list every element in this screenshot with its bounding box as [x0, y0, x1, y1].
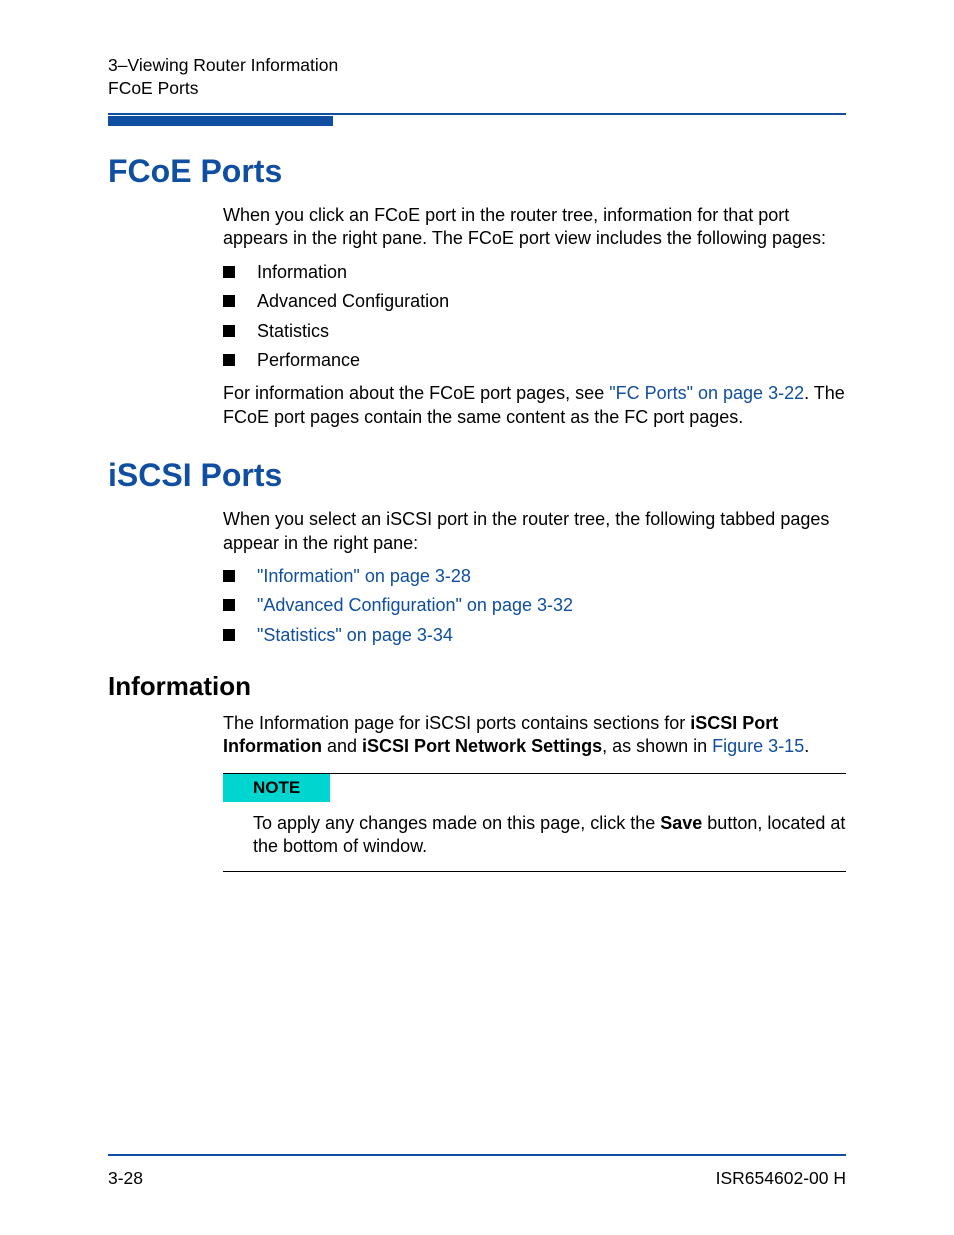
iscsi-information-link[interactable]: "Information" on page 3-28 [257, 565, 471, 588]
list-item: Information [223, 261, 846, 284]
text: and [322, 736, 362, 756]
iscsi-intro: When you select an iSCSI port in the rou… [223, 508, 846, 555]
list-item: "Statistics" on page 3-34 [223, 624, 846, 647]
note-label: NOTE [223, 774, 330, 802]
list-item-label: Advanced Configuration [257, 290, 449, 313]
iscsi-ports-heading: iSCSI Ports [108, 457, 846, 494]
list-item: Statistics [223, 320, 846, 343]
header-section: FCoE Ports [108, 78, 846, 99]
text: , as shown in [602, 736, 712, 756]
document-id: ISR654602-00 H [716, 1168, 846, 1189]
figure-3-15-link[interactable]: Figure 3-15 [712, 736, 804, 756]
iscsi-list: "Information" on page 3-28 "Advanced Con… [223, 565, 846, 647]
page-footer: 3-28 ISR654602-00 H [108, 1154, 846, 1189]
bullet-icon [223, 599, 235, 611]
list-item-label: Performance [257, 349, 360, 372]
note-box: NOTE To apply any changes made on this p… [223, 773, 846, 872]
page-header: 3–Viewing Router Information FCoE Ports [108, 55, 846, 153]
bullet-icon [223, 570, 235, 582]
list-item: Advanced Configuration [223, 290, 846, 313]
list-item-label: Statistics [257, 320, 329, 343]
information-heading: Information [108, 671, 846, 702]
bullet-icon [223, 354, 235, 366]
footer-rule [108, 1154, 846, 1156]
page-number: 3-28 [108, 1168, 143, 1189]
list-item: "Advanced Configuration" on page 3-32 [223, 594, 846, 617]
header-rule [108, 113, 846, 125]
text-bold: iSCSI Port Network Settings [362, 736, 602, 756]
fc-ports-link[interactable]: "FC Ports" on page 3-22 [609, 383, 804, 403]
bullet-icon [223, 295, 235, 307]
list-item-label: Information [257, 261, 347, 284]
information-paragraph: The Information page for iSCSI ports con… [223, 712, 846, 759]
bullet-icon [223, 325, 235, 337]
text: . [804, 736, 809, 756]
text: The Information page for iSCSI ports con… [223, 713, 690, 733]
bullet-icon [223, 629, 235, 641]
iscsi-advanced-config-link[interactable]: "Advanced Configuration" on page 3-32 [257, 594, 573, 617]
bullet-icon [223, 266, 235, 278]
iscsi-statistics-link[interactable]: "Statistics" on page 3-34 [257, 624, 453, 647]
fcoe-intro: When you click an FCoE port in the route… [223, 204, 846, 251]
text: To apply any changes made on this page, … [253, 813, 660, 833]
text: For information about the FCoE port page… [223, 383, 609, 403]
header-chapter: 3–Viewing Router Information [108, 55, 846, 76]
fcoe-after: For information about the FCoE port page… [223, 382, 846, 429]
note-text: To apply any changes made on this page, … [253, 812, 846, 859]
fcoe-list: Information Advanced Configuration Stati… [223, 261, 846, 373]
list-item: Performance [223, 349, 846, 372]
fcoe-ports-heading: FCoE Ports [108, 153, 846, 190]
list-item: "Information" on page 3-28 [223, 565, 846, 588]
text-bold: Save [660, 813, 702, 833]
